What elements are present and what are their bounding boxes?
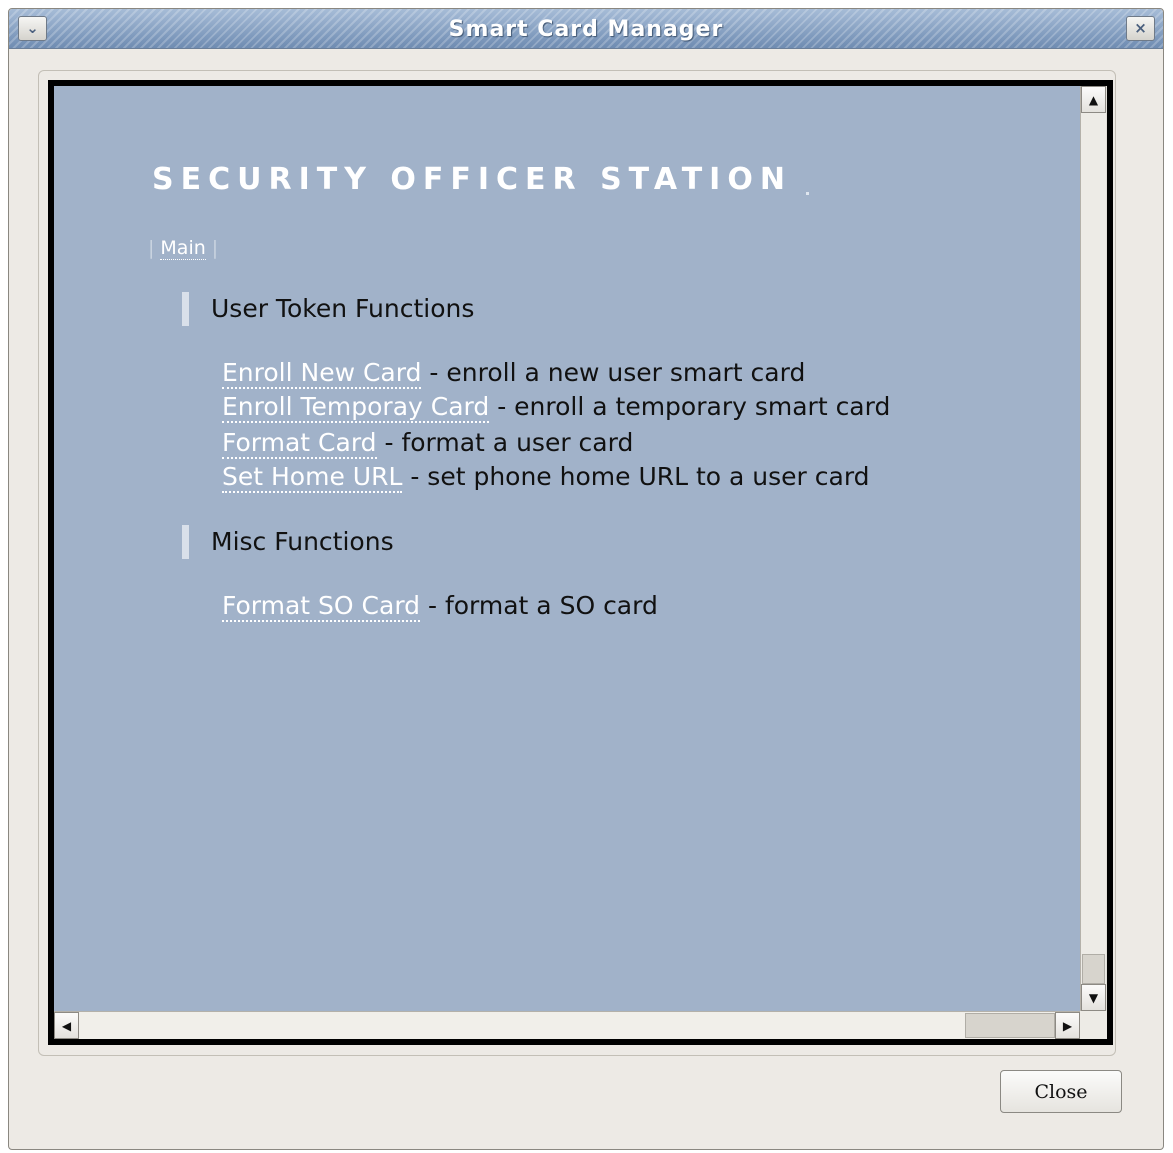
scroll-right-button[interactable]: ▶ [1055,1012,1080,1039]
format-so-card-link[interactable]: Format SO Card [222,591,421,622]
horizontal-scroll-thumb[interactable] [965,1013,1055,1038]
window-close-button[interactable]: × [1126,16,1155,41]
breadcrumb-separator: | [211,237,219,259]
list-item: Format SO Card - format a SO card [222,589,658,623]
item-description: - format a user card [376,428,634,457]
vertical-scroll-track[interactable] [1081,113,1106,984]
scroll-down-button[interactable]: ▼ [1081,984,1106,1011]
section-user-token-functions: User Token Functions [182,292,474,326]
window-title: Smart Card Manager [448,17,724,42]
item-description: - format a SO card [420,591,658,620]
list-item: Set Home URL - set phone home URL to a u… [222,460,870,494]
arrow-up-icon: ▲ [1088,92,1099,107]
cursor-mark [806,192,809,195]
enroll-temporary-card-link[interactable]: Enroll Temporay Card [222,392,490,423]
horizontal-scroll-track[interactable] [79,1012,1055,1039]
arrow-right-icon: ▶ [1062,1018,1073,1033]
list-item: Enroll New Card - enroll a new user smar… [222,356,805,390]
scroll-left-button[interactable]: ◀ [54,1012,79,1039]
breadcrumb-separator: | [148,237,155,259]
item-description: - set phone home URL to a user card [402,462,870,491]
section-misc-functions: Misc Functions [182,525,394,559]
arrow-left-icon: ◀ [61,1018,72,1033]
breadcrumb: | Main | [148,237,219,260]
title-bar[interactable]: ⌄ Smart Card Manager × [9,9,1163,49]
list-item: Enroll Temporay Card - enroll a temporar… [222,390,890,424]
scroll-up-button[interactable]: ▲ [1081,86,1106,113]
vertical-scrollbar[interactable]: ▲ ▼ [1080,86,1107,1011]
item-description: - enroll a new user smart card [421,358,806,387]
close-button[interactable]: Close [1000,1070,1122,1113]
browser-viewport: SECURITY OFFICER STATION | Main | User Tok… [48,80,1113,1045]
set-home-url-link[interactable]: Set Home URL [222,462,403,493]
scrollbar-corner [1080,1011,1107,1039]
item-description: - enroll a temporary smart card [489,392,891,421]
close-icon: × [1134,19,1147,37]
list-item: Format Card - format a user card [222,426,633,460]
page-heading: SECURITY OFFICER STATION [152,162,792,197]
enroll-new-card-link[interactable]: Enroll New Card [222,358,422,389]
breadcrumb-main-link[interactable]: Main [160,237,206,260]
page-content: SECURITY OFFICER STATION | Main | User Tok… [54,86,1079,1011]
arrow-down-icon: ▼ [1088,990,1099,1005]
format-card-link[interactable]: Format Card [222,428,377,459]
vertical-scroll-thumb[interactable] [1082,954,1105,984]
horizontal-scrollbar[interactable]: ◀ ▶ [54,1011,1080,1039]
